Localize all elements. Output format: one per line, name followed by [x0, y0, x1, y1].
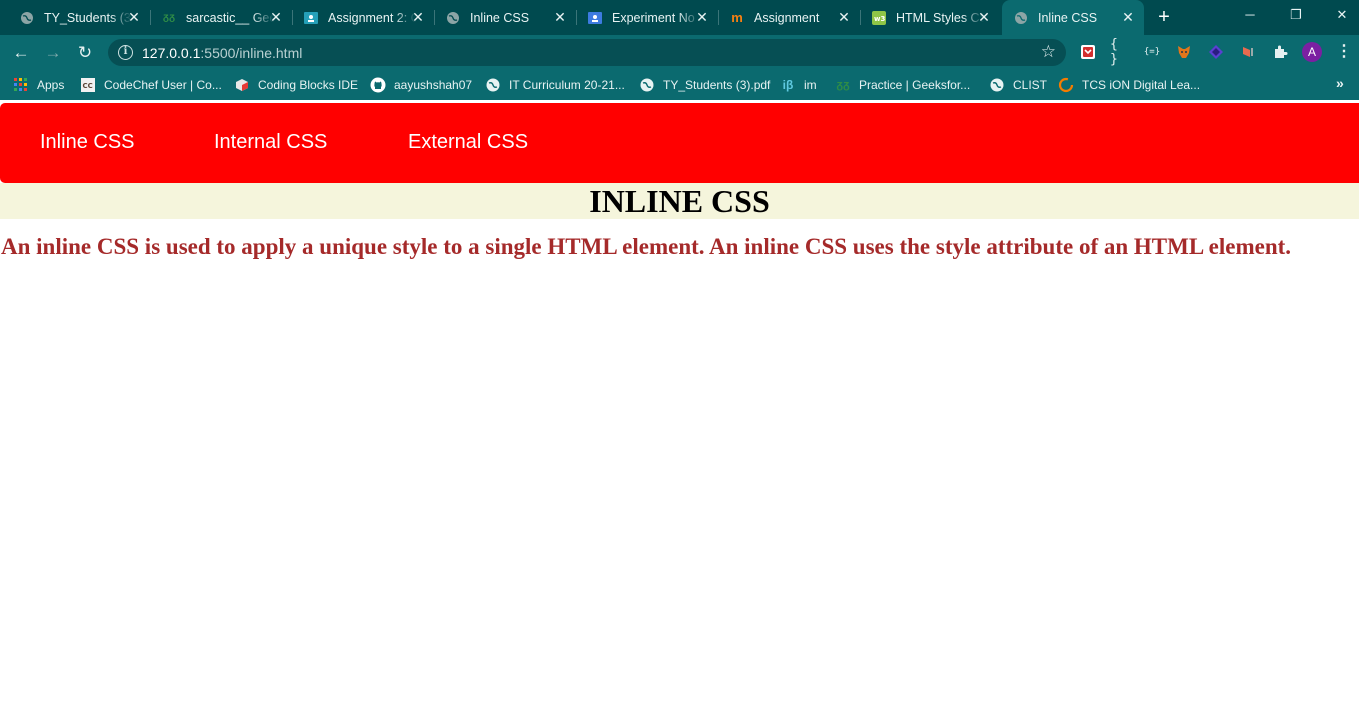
browser-tab[interactable]: ᵹᵹ sarcastic__ Geeks ✕ [162, 0, 292, 35]
w3schools-icon: w3 [872, 10, 886, 25]
bookmark-apps[interactable]: Apps [13, 76, 64, 94]
moodle-icon: m [731, 10, 743, 25]
bookmark-im[interactable]: iβ im [780, 76, 817, 94]
site-navbar: Inline CSS Internal CSS External CSS [0, 103, 1359, 183]
bookmark-coding-blocks[interactable]: Coding Blocks IDE [234, 76, 358, 94]
page-viewport: Inline CSS Internal CSS External CSS INL… [0, 100, 1359, 720]
tab-separator [150, 10, 151, 25]
bookmark-github[interactable]: aayushshah07 [370, 76, 472, 94]
browser-tab[interactable]: Inline CSS ✕ [446, 0, 576, 35]
github-icon [370, 77, 386, 93]
globe-icon [485, 77, 501, 93]
address-bar[interactable]: i 127.0.0.1:5500/inline.html ☆ [108, 39, 1066, 66]
bookmark-star-icon[interactable]: ☆ [1041, 42, 1056, 62]
bookmark-it-curriculum[interactable]: IT Curriculum 20-21... [485, 76, 625, 94]
code-extension-icon[interactable]: {=} [1142, 42, 1162, 62]
minimize-window-icon[interactable]: ─ [1237, 5, 1263, 25]
page-heading: INLINE CSS [589, 183, 770, 219]
close-tab-icon[interactable]: ✕ [126, 9, 142, 25]
browser-tab[interactable]: w3 HTML Styles CSS ✕ [872, 0, 1000, 35]
globe-icon [1014, 11, 1028, 25]
svg-text:CC: CC [83, 82, 93, 90]
close-window-icon[interactable]: ✕ [1329, 5, 1355, 25]
browser-tab[interactable]: Assignment 2: CSS ✕ [304, 0, 434, 35]
close-tab-icon[interactable]: ✕ [552, 9, 568, 25]
svg-text:w3: w3 [874, 15, 885, 23]
bookmark-clist[interactable]: CLIST [989, 76, 1047, 94]
bookmark-codechef[interactable]: CC CodeChef User | Co... [80, 76, 222, 94]
bookmarks-overflow-icon[interactable]: » [1336, 75, 1344, 91]
tab-separator [860, 10, 861, 25]
json-extension-icon[interactable]: { } [1110, 37, 1130, 67]
interviewbit-icon: iβ [782, 78, 794, 92]
forward-arrow-icon[interactable]: → [42, 42, 64, 64]
apps-grid-icon [13, 77, 29, 93]
close-tab-icon[interactable]: ✕ [1120, 9, 1136, 25]
pocket-extension-icon[interactable] [1078, 42, 1098, 62]
close-tab-icon[interactable]: ✕ [976, 9, 992, 25]
classroom-icon [304, 11, 318, 25]
globe-icon [20, 11, 34, 25]
globe-icon [446, 11, 460, 25]
close-tab-icon[interactable]: ✕ [410, 9, 426, 25]
browser-tab[interactable]: TY_Students (3).pdf ✕ [20, 0, 150, 35]
close-tab-icon[interactable]: ✕ [694, 9, 710, 25]
coding-blocks-icon [234, 77, 250, 93]
browser-menu-icon[interactable]: ⋮ [1336, 41, 1352, 63]
tab-separator [434, 10, 435, 25]
reload-icon[interactable]: ↻ [74, 42, 96, 64]
bookmark-ty-students[interactable]: TY_Students (3).pdf [639, 76, 770, 94]
heading-band: INLINE CSS [0, 183, 1359, 219]
restore-window-icon[interactable]: ❐ [1283, 5, 1309, 25]
nav-link-inline-css[interactable]: Inline CSS [40, 131, 135, 154]
tab-separator [576, 10, 577, 25]
browser-tab[interactable]: Experiment No ✕ [588, 0, 718, 35]
nav-link-external-css[interactable]: External CSS [408, 131, 528, 154]
close-tab-icon[interactable]: ✕ [836, 9, 852, 25]
classroom-icon [588, 11, 602, 25]
address-url[interactable]: 127.0.0.1:5500/inline.html [142, 45, 302, 61]
profile-avatar[interactable]: A [1302, 42, 1322, 62]
geeksforgeeks-icon: ᵹᵹ [836, 79, 850, 91]
screen-extension-icon[interactable] [1238, 42, 1258, 62]
tab-separator [292, 10, 293, 25]
browser-tab-strip: TY_Students (3).pdf ✕ ᵹᵹ sarcastic__ Gee… [0, 0, 1359, 35]
metamask-fox-icon[interactable] [1174, 42, 1194, 62]
new-tab-button[interactable]: + [1153, 6, 1175, 28]
bookmark-tcs-ion[interactable]: TCS iON Digital Lea... [1058, 76, 1200, 94]
layers-extension-icon[interactable] [1206, 42, 1226, 62]
codechef-icon: CC [80, 77, 96, 93]
site-info-icon[interactable]: i [118, 45, 133, 60]
globe-icon [989, 77, 1005, 93]
tab-separator [718, 10, 719, 25]
browser-tab-active[interactable]: Inline CSS ✕ [1002, 0, 1144, 35]
globe-icon [639, 77, 655, 93]
nav-link-internal-css[interactable]: Internal CSS [214, 131, 327, 154]
back-arrow-icon[interactable]: ← [10, 42, 32, 64]
page-paragraph: An inline CSS is used to apply a unique … [1, 234, 1292, 259]
tcs-ion-icon [1058, 77, 1074, 93]
close-tab-icon[interactable]: ✕ [268, 9, 284, 25]
extensions-puzzle-icon[interactable] [1270, 42, 1290, 62]
bookmark-gfg-practice[interactable]: ᵹᵹ Practice | Geeksfor... [835, 76, 970, 94]
geeksforgeeks-icon: ᵹᵹ [162, 12, 176, 23]
bookmarks-bar: Apps CC CodeChef User | Co... Coding Blo… [0, 70, 1359, 100]
browser-tab[interactable]: m Assignment ✕ [730, 0, 860, 35]
